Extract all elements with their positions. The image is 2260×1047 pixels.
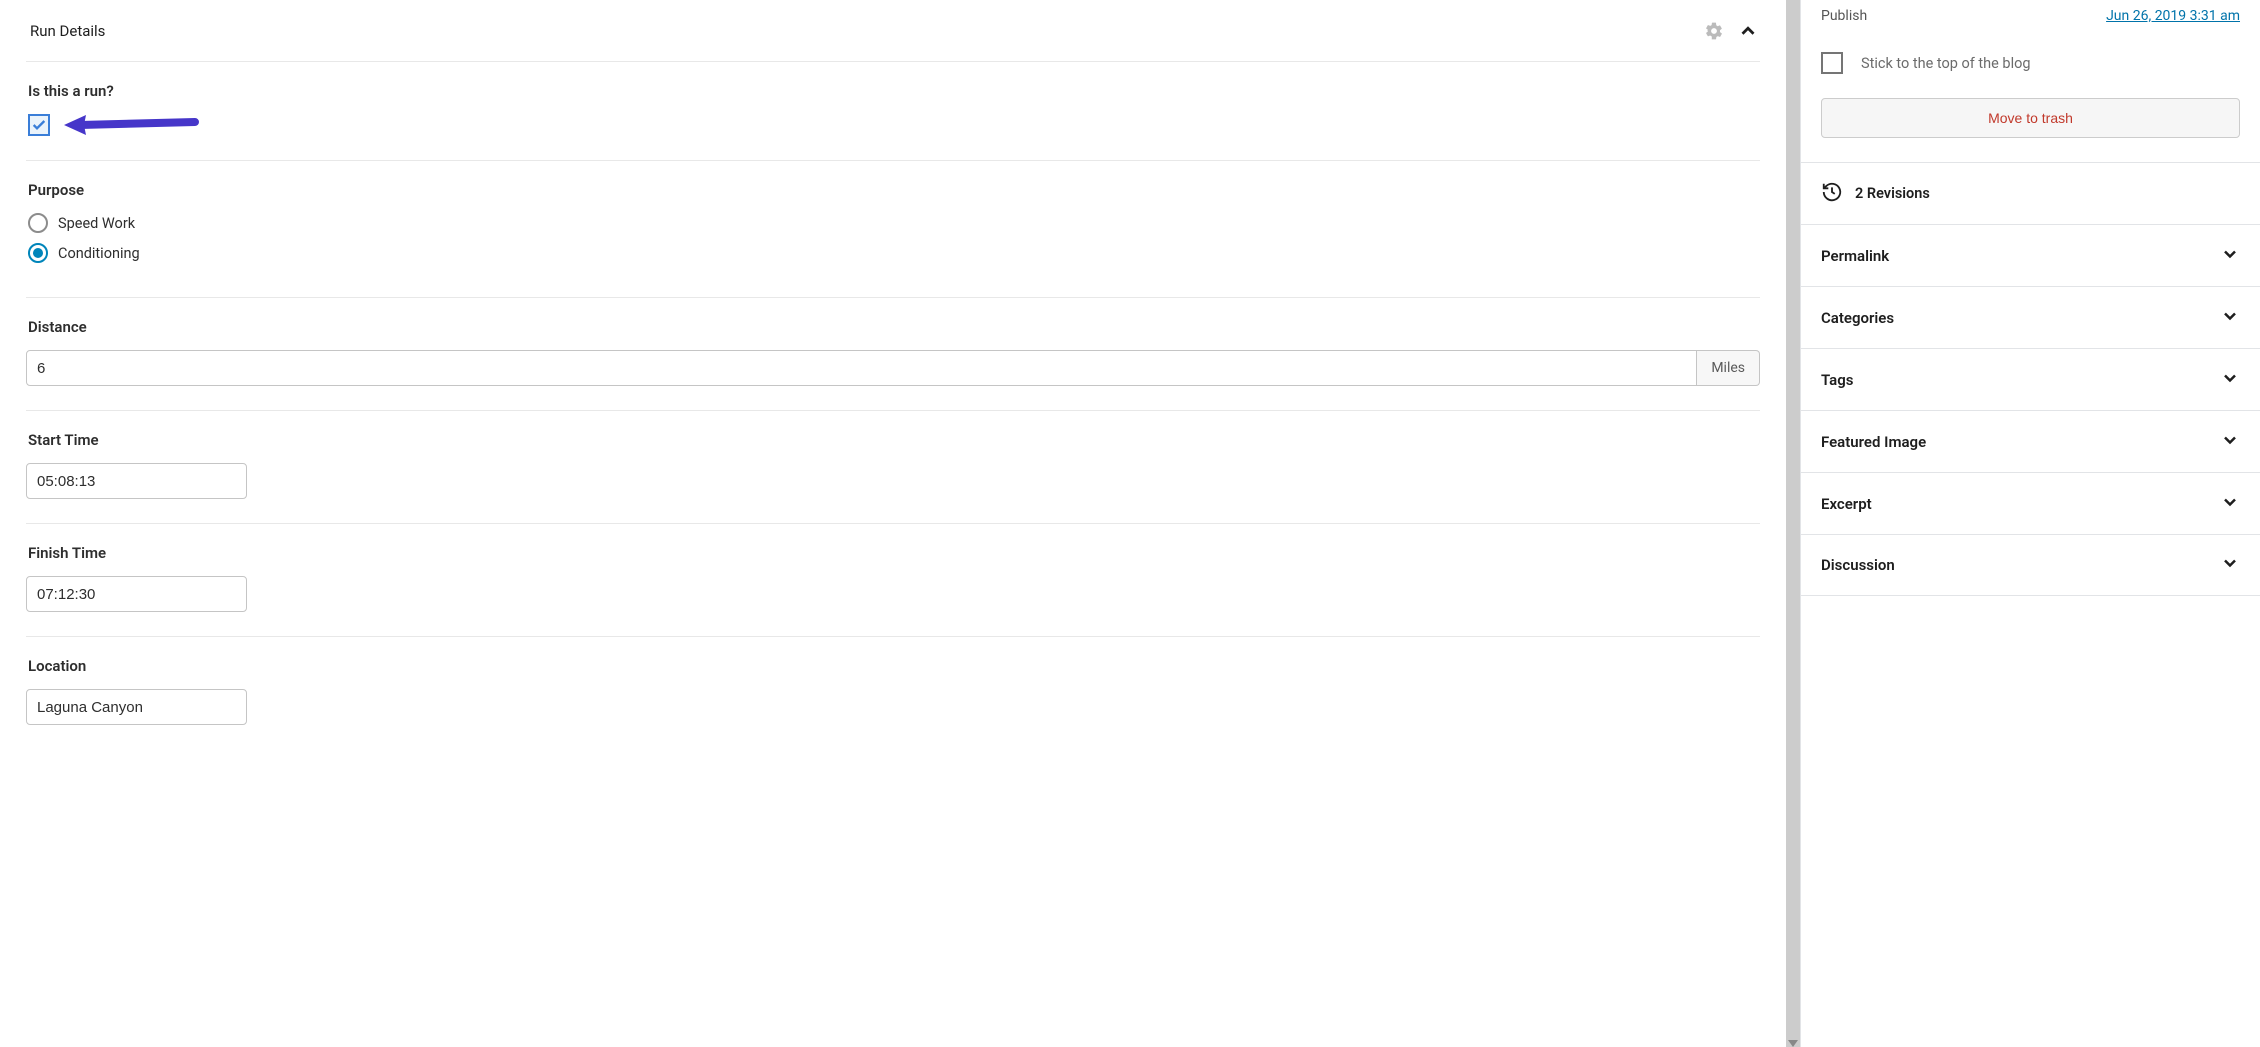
field-label: Finish Time bbox=[26, 544, 1760, 562]
purpose-radio-conditioning[interactable]: Conditioning bbox=[26, 243, 1760, 263]
permalink-section[interactable]: Permalink bbox=[1801, 224, 2260, 286]
stick-label: Stick to the top of the blog bbox=[1861, 55, 2031, 72]
chevron-down-icon bbox=[2220, 430, 2240, 454]
featured-image-section[interactable]: Featured Image bbox=[1801, 410, 2260, 472]
radio-label: Conditioning bbox=[58, 245, 140, 262]
field-distance: Distance Miles bbox=[26, 298, 1760, 411]
sidebar: Publish Jun 26, 2019 3:31 am Stick to th… bbox=[1800, 0, 2260, 1047]
collapse-panel-icon[interactable] bbox=[1736, 19, 1760, 43]
scrollbar[interactable] bbox=[1786, 0, 1800, 1047]
field-start-time: Start Time bbox=[26, 411, 1760, 524]
distance-input[interactable] bbox=[26, 350, 1697, 386]
panel-header: Run Details bbox=[26, 0, 1760, 62]
finish-time-input[interactable] bbox=[26, 576, 247, 612]
field-label: Location bbox=[26, 657, 1760, 675]
field-label: Start Time bbox=[26, 431, 1760, 449]
field-location: Location bbox=[26, 637, 1760, 749]
tags-section[interactable]: Tags bbox=[1801, 348, 2260, 410]
chevron-down-icon bbox=[2220, 244, 2240, 268]
move-to-trash-button[interactable]: Move to trash bbox=[1821, 98, 2240, 138]
discussion-section[interactable]: Discussion bbox=[1801, 534, 2260, 596]
field-purpose: Purpose Speed Work Conditioning bbox=[26, 161, 1760, 298]
is-run-checkbox[interactable] bbox=[28, 114, 50, 136]
chevron-down-icon bbox=[2220, 368, 2240, 392]
revisions-section[interactable]: 2 Revisions bbox=[1801, 162, 2260, 224]
location-input[interactable] bbox=[26, 689, 247, 725]
radio-label: Speed Work bbox=[58, 215, 135, 232]
publish-date-link[interactable]: Jun 26, 2019 3:31 am bbox=[2106, 8, 2240, 24]
field-label: Distance bbox=[26, 318, 1760, 336]
main-panel: Run Details Is this a run? Purpose Spee bbox=[0, 0, 1786, 1047]
section-title: Excerpt bbox=[1821, 495, 1872, 513]
field-is-run: Is this a run? bbox=[26, 62, 1760, 161]
excerpt-section[interactable]: Excerpt bbox=[1801, 472, 2260, 534]
start-time-input[interactable] bbox=[26, 463, 247, 499]
panel-title: Run Details bbox=[26, 22, 105, 40]
publish-label: Publish bbox=[1821, 8, 1867, 24]
chevron-down-icon bbox=[2220, 553, 2240, 577]
distance-unit-suffix: Miles bbox=[1697, 350, 1760, 386]
section-title: Permalink bbox=[1821, 247, 1889, 265]
publish-row: Publish Jun 26, 2019 3:31 am bbox=[1801, 0, 2260, 32]
field-label: Purpose bbox=[26, 181, 1760, 199]
section-title: Categories bbox=[1821, 309, 1894, 327]
categories-section[interactable]: Categories bbox=[1801, 286, 2260, 348]
gear-icon[interactable] bbox=[1702, 19, 1726, 43]
section-title: Tags bbox=[1821, 371, 1854, 389]
stick-checkbox[interactable] bbox=[1821, 52, 1843, 74]
history-icon bbox=[1821, 181, 1843, 207]
chevron-down-icon bbox=[2220, 492, 2240, 516]
field-finish-time: Finish Time bbox=[26, 524, 1760, 637]
section-title: Discussion bbox=[1821, 556, 1895, 574]
purpose-radio-speed[interactable]: Speed Work bbox=[26, 213, 1760, 233]
section-title: Featured Image bbox=[1821, 433, 1926, 451]
field-label: Is this a run? bbox=[26, 82, 1760, 100]
annotation-arrow-icon bbox=[60, 110, 200, 140]
revisions-label: 2 Revisions bbox=[1855, 185, 1930, 202]
stick-row: Stick to the top of the blog bbox=[1801, 32, 2260, 98]
panel-actions bbox=[1702, 19, 1760, 43]
chevron-down-icon bbox=[2220, 306, 2240, 330]
